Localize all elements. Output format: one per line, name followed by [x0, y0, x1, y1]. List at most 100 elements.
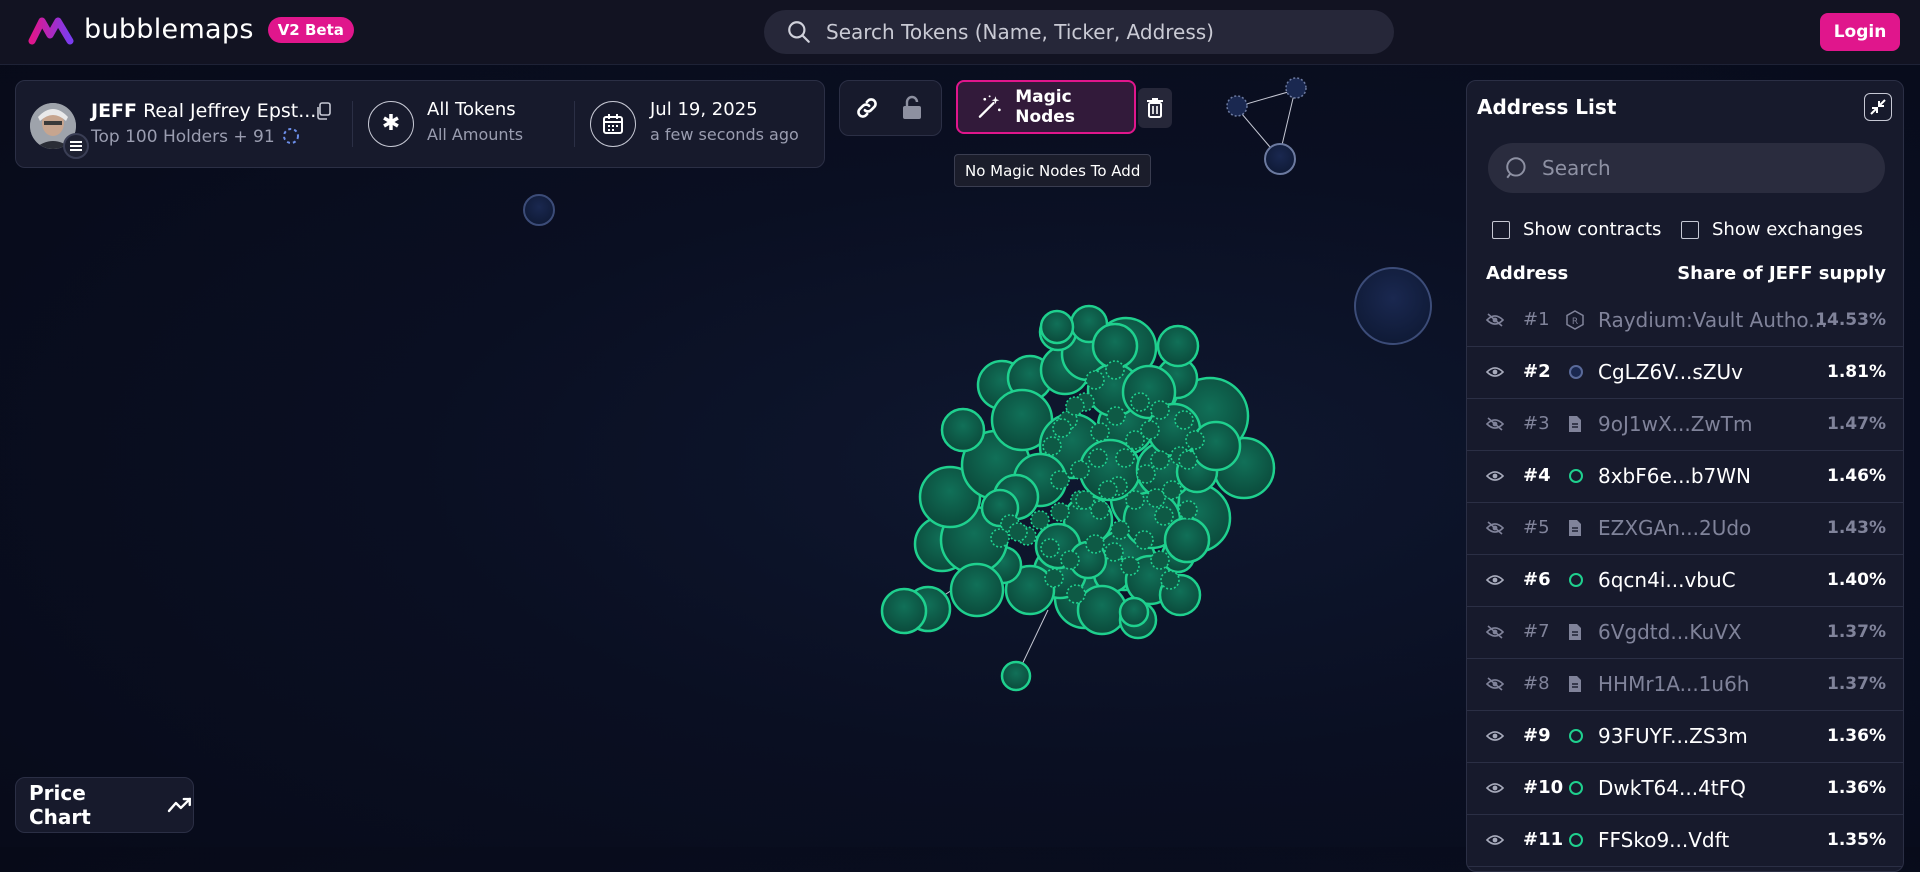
- address-row[interactable]: #3 9oJ1wX...ZwTm 1.47%: [1467, 399, 1903, 451]
- bubble-node[interactable]: [1162, 480, 1182, 500]
- bubble-node[interactable]: [1115, 448, 1135, 468]
- bubble-node[interactable]: [1000, 660, 1032, 692]
- bubble-node[interactable]: [1050, 470, 1070, 490]
- bubble-node[interactable]: [1085, 370, 1105, 390]
- eye-off-icon[interactable]: [1485, 676, 1505, 695]
- row-address[interactable]: HHMr1A...1u6h: [1598, 672, 1749, 696]
- bubble-node[interactable]: [1178, 500, 1198, 520]
- bubble-node[interactable]: [1150, 550, 1170, 570]
- holder-cluster[interactable]: [880, 304, 1276, 692]
- address-row[interactable]: #6 6qcn4i...vbuC 1.40%: [1467, 555, 1903, 607]
- bubble-node[interactable]: [1146, 488, 1166, 508]
- bubble-node[interactable]: [940, 407, 986, 453]
- bubble-node[interactable]: [1105, 360, 1125, 380]
- address-row[interactable]: #2 CgLZ6V...sZUv 1.81%: [1467, 347, 1903, 399]
- eye-icon[interactable]: [1485, 832, 1505, 851]
- eye-off-icon[interactable]: [1485, 416, 1505, 435]
- address-list-title: Address List: [1477, 95, 1617, 119]
- bubble-node[interactable]: [880, 587, 928, 635]
- address-row[interactable]: #4 8xbF6e...b7WN 1.46%: [1467, 451, 1903, 503]
- bubble-node[interactable]: [1154, 506, 1174, 526]
- address-row[interactable]: #9 93FUYF...ZS3m 1.36%: [1467, 711, 1903, 763]
- eye-icon[interactable]: [1485, 780, 1505, 799]
- row-address[interactable]: 6Vgdtd...KuVX: [1598, 620, 1742, 644]
- bubble-node[interactable]: [1040, 538, 1060, 558]
- bubble-node[interactable]: [1075, 490, 1095, 510]
- bubble-node[interactable]: [1008, 522, 1028, 542]
- row-share: 1.37%: [1827, 674, 1886, 694]
- row-address[interactable]: 8xbF6e...b7WN: [1598, 464, 1751, 488]
- bubble-node[interactable]: [1039, 309, 1075, 345]
- bubble-node[interactable]: [1110, 520, 1130, 540]
- row-address[interactable]: DwkT64...4tFQ: [1598, 776, 1746, 800]
- address-row[interactable]: #8 HHMr1A...1u6h 1.37%: [1467, 659, 1903, 711]
- bubble-node[interactable]: [1178, 450, 1198, 470]
- bubble-node[interactable]: [1156, 324, 1200, 368]
- eye-off-icon[interactable]: [1485, 520, 1505, 539]
- address-search-input[interactable]: Search: [1488, 143, 1885, 193]
- address-row[interactable]: #7 6Vgdtd...KuVX 1.37%: [1467, 607, 1903, 659]
- bubble-node[interactable]: [1065, 396, 1085, 416]
- eye-icon[interactable]: [1485, 728, 1505, 747]
- bubble-node[interactable]: [949, 562, 1005, 618]
- address-row[interactable]: #5 EZXGAn...2Udo 1.43%: [1467, 503, 1903, 555]
- bubble-node[interactable]: [1150, 400, 1170, 420]
- bubble-node[interactable]: [1264, 143, 1296, 175]
- bubble-node[interactable]: [1174, 410, 1194, 430]
- address-row[interactable]: #1 R Raydium:Vault Autho... 14.53%: [1467, 295, 1903, 347]
- bubble-node[interactable]: [1140, 420, 1160, 440]
- bubble-node[interactable]: [1136, 464, 1156, 484]
- bubble-node[interactable]: [1098, 480, 1118, 500]
- eye-icon[interactable]: [1485, 572, 1505, 591]
- bubble-node[interactable]: [1125, 490, 1145, 510]
- bubble-node[interactable]: [1090, 500, 1110, 520]
- bubble-node[interactable]: [1066, 584, 1086, 604]
- row-address[interactable]: EZXGAn...2Udo: [1598, 516, 1751, 540]
- eye-icon[interactable]: [1485, 468, 1505, 487]
- collapse-icon[interactable]: [1864, 93, 1892, 121]
- row-address[interactable]: CgLZ6V...sZUv: [1598, 360, 1743, 384]
- bubble-node[interactable]: [1130, 392, 1150, 412]
- bubble-node[interactable]: [1134, 530, 1154, 550]
- row-rank: #8: [1523, 673, 1550, 694]
- row-address[interactable]: Raydium:Vault Autho...: [1598, 308, 1827, 332]
- bubble-node[interactable]: [523, 194, 555, 226]
- bubble-node[interactable]: [1030, 510, 1050, 530]
- bubble-node[interactable]: [1106, 406, 1126, 426]
- row-address[interactable]: 6qcn4i...vbuC: [1598, 568, 1736, 592]
- bubble-node[interactable]: [1150, 450, 1170, 470]
- checkbox-box[interactable]: [1681, 220, 1699, 239]
- eye-icon[interactable]: [1485, 364, 1505, 383]
- bubble-node[interactable]: [1050, 502, 1070, 522]
- show-contracts-checkbox[interactable]: Show contracts: [1492, 219, 1661, 240]
- bubble-node[interactable]: [1118, 596, 1150, 628]
- bubble-node[interactable]: [1185, 430, 1205, 450]
- row-address[interactable]: 93FUYF...ZS3m: [1598, 724, 1748, 748]
- bubble-node[interactable]: [1120, 556, 1140, 576]
- price-chart-button[interactable]: Price Chart: [15, 777, 194, 833]
- bubble-node[interactable]: [1163, 516, 1211, 564]
- bubble-node[interactable]: [1076, 584, 1128, 636]
- row-address[interactable]: 9oJ1wX...ZwTm: [1598, 412, 1752, 436]
- bubble-node[interactable]: [1104, 542, 1124, 562]
- bubble-node[interactable]: [1060, 550, 1080, 570]
- bubble-node[interactable]: [1044, 568, 1064, 588]
- eye-off-icon[interactable]: [1485, 312, 1505, 331]
- bubble-node[interactable]: [1354, 267, 1432, 345]
- address-row[interactable]: #10 DwkT64...4tFQ 1.36%: [1467, 763, 1903, 815]
- address-row[interactable]: #11 FFSko9...Vdft 1.35%: [1467, 815, 1903, 867]
- bubble-node[interactable]: [1070, 460, 1090, 480]
- bubble-node[interactable]: [1226, 95, 1248, 117]
- checkbox-box[interactable]: [1492, 220, 1510, 239]
- show-exchanges-checkbox[interactable]: Show exchanges: [1681, 219, 1863, 240]
- bubble-node[interactable]: [1160, 570, 1180, 590]
- eye-off-icon[interactable]: [1485, 624, 1505, 643]
- bubble-node[interactable]: [1285, 77, 1307, 99]
- bubble-node[interactable]: [1088, 448, 1108, 468]
- row-address[interactable]: FFSko9...Vdft: [1598, 828, 1729, 852]
- bubble-node[interactable]: [1090, 422, 1110, 442]
- bubble-node[interactable]: [1042, 436, 1062, 456]
- bubble-node[interactable]: [990, 528, 1010, 548]
- bubble-node[interactable]: [1052, 418, 1072, 438]
- bubble-node[interactable]: [1085, 534, 1105, 554]
